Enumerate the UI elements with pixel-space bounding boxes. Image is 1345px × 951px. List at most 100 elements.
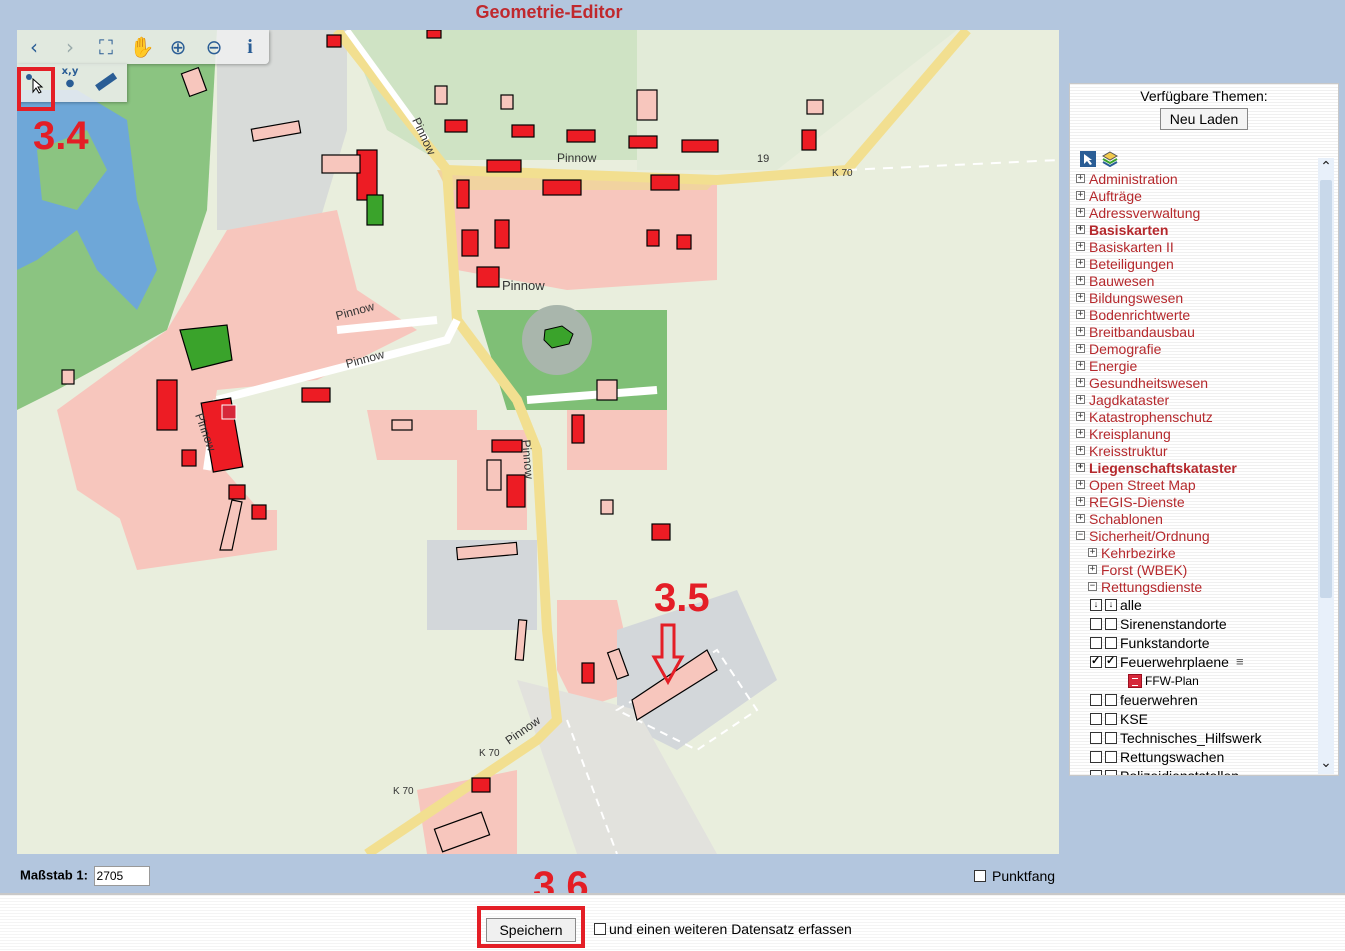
sub-group-forst[interactable]: + Forst (WBEK) xyxy=(1076,561,1318,578)
layer-visible-checkbox[interactable] xyxy=(1105,769,1117,775)
layer-row-sirenen[interactable]: Sirenenstandorte xyxy=(1076,614,1318,633)
punktfang-checkbox[interactable] xyxy=(974,870,986,882)
forward-arrow-icon[interactable]: › xyxy=(57,34,83,60)
theme-item[interactable]: + REGIS-Dienste xyxy=(1076,493,1318,510)
layer-query-checkbox[interactable] xyxy=(1090,636,1102,649)
theme-item[interactable]: + Breitbandausbau xyxy=(1076,323,1318,340)
full-extent-icon[interactable]: ⛶ xyxy=(93,34,119,60)
expand-icon[interactable]: + xyxy=(1076,480,1085,489)
expand-icon[interactable]: + xyxy=(1076,174,1085,183)
layer-row-feuerwehren[interactable]: feuerwehren xyxy=(1076,690,1318,709)
expand-icon[interactable]: + xyxy=(1076,208,1085,217)
reload-button[interactable]: Neu Laden xyxy=(1160,108,1248,130)
theme-item[interactable]: + Jagdkataster xyxy=(1076,391,1318,408)
layer-query-checkbox[interactable] xyxy=(1090,712,1102,725)
expand-icon[interactable]: + xyxy=(1088,565,1097,574)
layer-visible-checkbox[interactable] xyxy=(1105,636,1117,649)
map-canvas[interactable]: Pinnow Pinnow Pinnow Pinnow Pinnow Pinno… xyxy=(17,30,1059,854)
layer-row-funk[interactable]: Funkstandorte xyxy=(1076,633,1318,652)
layer-visible-checkbox[interactable] xyxy=(1105,693,1117,706)
scroll-up-icon[interactable]: ⌃ xyxy=(1319,160,1333,174)
scroll-thumb[interactable] xyxy=(1320,180,1332,598)
theme-item[interactable]: + Schablonen xyxy=(1076,510,1318,527)
expand-icon[interactable]: + xyxy=(1076,327,1085,336)
expand-icon[interactable]: + xyxy=(1076,395,1085,404)
coordinate-icon[interactable]: x,y ● xyxy=(57,66,83,92)
expand-icon[interactable]: + xyxy=(1076,259,1085,268)
layer-visible-checkbox[interactable] xyxy=(1105,654,1117,668)
expand-icon[interactable]: + xyxy=(1076,463,1085,472)
zoom-in-icon[interactable]: ⊕ xyxy=(165,34,191,60)
theme-item[interactable]: + Bodenrichtwerte xyxy=(1076,306,1318,323)
layer-row-alle[interactable]: ↓ ↓ alle xyxy=(1076,595,1318,614)
expand-icon[interactable]: + xyxy=(1076,446,1085,455)
layer-visible-checkbox[interactable] xyxy=(1105,712,1117,725)
theme-item[interactable]: + Bildungswesen xyxy=(1076,289,1318,306)
collapse-icon[interactable]: − xyxy=(1088,582,1097,591)
layers-icon[interactable] xyxy=(1102,151,1118,167)
theme-item[interactable]: + Administration xyxy=(1076,170,1318,187)
expand-icon[interactable]: + xyxy=(1076,242,1085,251)
expand-icon[interactable]: + xyxy=(1076,378,1085,387)
expand-icon[interactable]: + xyxy=(1076,361,1085,370)
further-record-checkbox[interactable] xyxy=(594,923,606,935)
map-view[interactable]: Pinnow Pinnow Pinnow Pinnow Pinnow Pinno… xyxy=(17,30,1059,854)
back-arrow-icon[interactable]: ‹ xyxy=(21,34,47,60)
theme-item[interactable]: + Open Street Map xyxy=(1076,476,1318,493)
theme-item[interactable]: − Sicherheit/Ordnung xyxy=(1076,527,1318,544)
expand-icon[interactable]: + xyxy=(1076,191,1085,200)
layer-row-feuerwehrplaene[interactable]: Feuerwehrplaene ≡ xyxy=(1076,652,1318,671)
scale-input[interactable] xyxy=(93,866,150,886)
expand-icon[interactable]: + xyxy=(1088,548,1097,557)
expand-icon[interactable]: + xyxy=(1076,293,1085,302)
zoom-out-icon[interactable]: ⊖ xyxy=(201,34,227,60)
panel-scrollbar[interactable]: ⌃ ⌄ xyxy=(1318,158,1334,774)
sub-group-kehrbezirke[interactable]: + Kehrbezirke xyxy=(1076,544,1318,561)
layer-query-checkbox[interactable] xyxy=(1090,750,1102,763)
select-all-icon[interactable]: ↓ xyxy=(1105,598,1117,611)
theme-item[interactable]: + Beteiligungen xyxy=(1076,255,1318,272)
select-layer-icon[interactable] xyxy=(1080,151,1096,167)
theme-item[interactable]: + Adressverwaltung xyxy=(1076,204,1318,221)
layer-query-checkbox[interactable] xyxy=(1090,654,1102,668)
measure-ruler-icon[interactable] xyxy=(93,70,119,96)
theme-item[interactable]: + Katastrophenschutz xyxy=(1076,408,1318,425)
expand-icon[interactable]: + xyxy=(1076,497,1085,506)
layer-query-checkbox[interactable] xyxy=(1090,693,1102,706)
scroll-down-icon[interactable]: ⌄ xyxy=(1319,756,1333,770)
info-icon[interactable]: i xyxy=(237,34,263,60)
theme-item[interactable]: + Demografie xyxy=(1076,340,1318,357)
layer-row-rettungswachen[interactable]: Rettungswachen xyxy=(1076,747,1318,766)
expand-icon[interactable]: + xyxy=(1076,412,1085,421)
expand-icon[interactable]: + xyxy=(1076,514,1085,523)
layer-row-kse[interactable]: KSE xyxy=(1076,709,1318,728)
theme-item[interactable]: + Kreisstruktur xyxy=(1076,442,1318,459)
expand-icon[interactable]: + xyxy=(1076,310,1085,319)
layer-visible-checkbox[interactable] xyxy=(1105,750,1117,763)
layer-query-checkbox[interactable] xyxy=(1090,769,1102,775)
sub-group-rettungsdienste[interactable]: − Rettungsdienste xyxy=(1076,578,1318,595)
theme-item[interactable]: + Basiskarten II xyxy=(1076,238,1318,255)
expand-icon[interactable]: + xyxy=(1076,276,1085,285)
theme-item[interactable]: + Energie xyxy=(1076,357,1318,374)
expand-icon[interactable]: + xyxy=(1076,225,1085,234)
expand-icon[interactable]: + xyxy=(1076,429,1085,438)
layer-query-checkbox[interactable] xyxy=(1090,731,1102,744)
theme-item[interactable]: + Kreisplanung xyxy=(1076,425,1318,442)
expand-all-icon[interactable]: ↓ xyxy=(1090,598,1102,611)
theme-item[interactable]: + Bauwesen xyxy=(1076,272,1318,289)
theme-item[interactable]: + Liegenschaftskataster xyxy=(1076,459,1318,476)
layer-row-polizei[interactable]: Polizeidienststellen xyxy=(1076,766,1318,775)
punktfang-toggle[interactable]: Punktfang xyxy=(974,868,1055,884)
layer-visible-checkbox[interactable] xyxy=(1105,617,1117,630)
collapse-icon[interactable]: − xyxy=(1076,531,1085,540)
expand-icon[interactable]: + xyxy=(1076,344,1085,353)
theme-item[interactable]: + Basiskarten xyxy=(1076,221,1318,238)
further-record-toggle[interactable]: und einen weiteren Datensatz erfassen xyxy=(594,921,852,937)
layer-row-thw[interactable]: Technisches_Hilfswerk xyxy=(1076,728,1318,747)
layer-visible-checkbox[interactable] xyxy=(1105,731,1117,744)
theme-item[interactable]: + Aufträge xyxy=(1076,187,1318,204)
pan-hand-icon[interactable]: ✋ xyxy=(129,34,155,60)
menu-icon[interactable]: ≡ xyxy=(1236,654,1244,669)
layer-query-checkbox[interactable] xyxy=(1090,617,1102,630)
